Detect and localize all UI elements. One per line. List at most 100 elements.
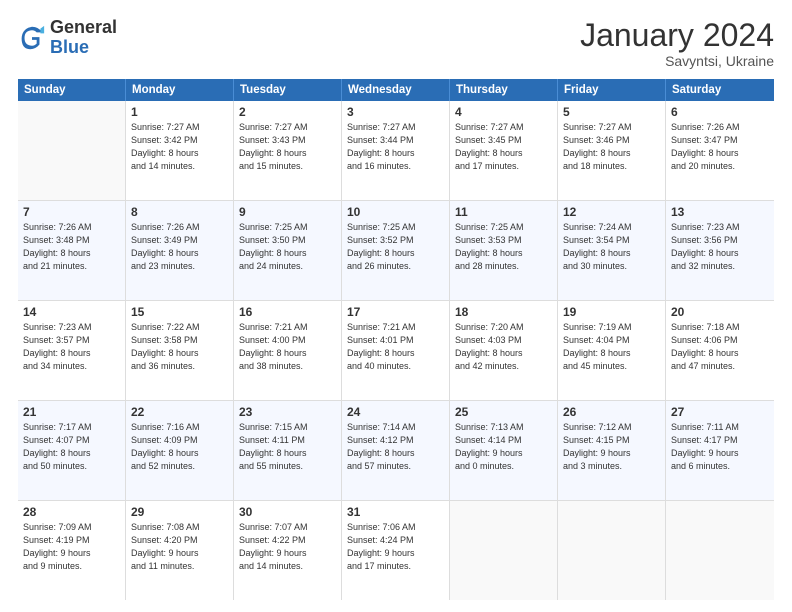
calendar-cell: 23Sunrise: 7:15 AM Sunset: 4:11 PM Dayli… <box>234 401 342 500</box>
day-number: 17 <box>347 305 444 319</box>
page: General Blue January 2024 Savyntsi, Ukra… <box>0 0 792 612</box>
cell-info: Sunrise: 7:25 AM Sunset: 3:53 PM Dayligh… <box>455 221 552 273</box>
cell-info: Sunrise: 7:27 AM Sunset: 3:44 PM Dayligh… <box>347 121 444 173</box>
calendar-body: 1Sunrise: 7:27 AM Sunset: 3:42 PM Daylig… <box>18 101 774 600</box>
day-number: 5 <box>563 105 660 119</box>
day-number: 26 <box>563 405 660 419</box>
header-day-friday: Friday <box>558 79 666 101</box>
calendar-cell <box>18 101 126 200</box>
calendar-row-1: 7 Sunrise: 7:26 AM Sunset: 3:48 PM Daylig… <box>18 201 774 301</box>
day-number: 15 <box>131 305 228 319</box>
calendar-row-0: 1Sunrise: 7:27 AM Sunset: 3:42 PM Daylig… <box>18 101 774 201</box>
cell-info: Sunrise: 7:20 AM Sunset: 4:03 PM Dayligh… <box>455 321 552 373</box>
calendar-row-2: 14 Sunrise: 7:23 AM Sunset: 3:57 PM Dayli… <box>18 301 774 401</box>
cell-info: Sunrise: 7:26 AM Sunset: 3:48 PM Dayligh… <box>23 221 120 273</box>
day-number: 13 <box>671 205 769 219</box>
cell-info: Sunrise: 7:25 AM Sunset: 3:52 PM Dayligh… <box>347 221 444 273</box>
day-number: 23 <box>239 405 336 419</box>
day-number: 4 <box>455 105 552 119</box>
cell-info: Sunrise: 7:25 AM Sunset: 3:50 PM Dayligh… <box>239 221 336 273</box>
day-number: 10 <box>347 205 444 219</box>
day-number: 6 <box>671 105 769 119</box>
cell-info: Sunrise: 7:23 AM Sunset: 3:57 PM Dayligh… <box>23 321 120 373</box>
calendar-cell <box>666 501 774 600</box>
day-number: 21 <box>23 405 120 419</box>
calendar-cell: 14 Sunrise: 7:23 AM Sunset: 3:57 PM Dayli… <box>18 301 126 400</box>
cell-info: Sunrise: 7:22 AM Sunset: 3:58 PM Dayligh… <box>131 321 228 373</box>
calendar-cell: 15 Sunrise: 7:22 AM Sunset: 3:58 PM Dayli… <box>126 301 234 400</box>
cell-info: Sunrise: 7:21 AM Sunset: 4:01 PM Dayligh… <box>347 321 444 373</box>
calendar-row-4: 28 Sunrise: 7:09 AM Sunset: 4:19 PM Dayli… <box>18 501 774 600</box>
logo-text: General Blue <box>50 18 117 58</box>
calendar: SundayMondayTuesdayWednesdayThursdayFrid… <box>18 79 774 600</box>
cell-info: Sunrise: 7:23 AM Sunset: 3:56 PM Dayligh… <box>671 221 769 273</box>
logo: General Blue <box>18 18 117 58</box>
day-number: 28 <box>23 505 120 519</box>
calendar-cell: 6 Sunrise: 7:26 AM Sunset: 3:47 PM Daylig… <box>666 101 774 200</box>
calendar-cell: 26 Sunrise: 7:12 AM Sunset: 4:15 PM Dayli… <box>558 401 666 500</box>
cell-info: Sunrise: 7:07 AM Sunset: 4:22 PM Dayligh… <box>239 521 336 573</box>
header-day-monday: Monday <box>126 79 234 101</box>
day-number: 20 <box>671 305 769 319</box>
calendar-cell: 19 Sunrise: 7:19 AM Sunset: 4:04 PM Dayli… <box>558 301 666 400</box>
header-day-wednesday: Wednesday <box>342 79 450 101</box>
calendar-cell: 12 Sunrise: 7:24 AM Sunset: 3:54 PM Dayli… <box>558 201 666 300</box>
day-number: 30 <box>239 505 336 519</box>
calendar-cell <box>558 501 666 600</box>
cell-info: Sunrise: 7:26 AM Sunset: 3:47 PM Dayligh… <box>671 121 769 173</box>
calendar-cell: 22Sunrise: 7:16 AM Sunset: 4:09 PM Dayli… <box>126 401 234 500</box>
cell-info: Sunrise: 7:08 AM Sunset: 4:20 PM Dayligh… <box>131 521 228 573</box>
cell-info: Sunrise: 7:16 AM Sunset: 4:09 PM Dayligh… <box>131 421 228 473</box>
cell-info: Sunrise: 7:19 AM Sunset: 4:04 PM Dayligh… <box>563 321 660 373</box>
calendar-cell: 25Sunrise: 7:13 AM Sunset: 4:14 PM Dayli… <box>450 401 558 500</box>
calendar-cell: 10 Sunrise: 7:25 AM Sunset: 3:52 PM Dayli… <box>342 201 450 300</box>
calendar-cell: 30 Sunrise: 7:07 AM Sunset: 4:22 PM Dayli… <box>234 501 342 600</box>
day-number: 9 <box>239 205 336 219</box>
calendar-row-3: 21 Sunrise: 7:17 AM Sunset: 4:07 PM Dayli… <box>18 401 774 501</box>
calendar-cell: 8Sunrise: 7:26 AM Sunset: 3:49 PM Daylig… <box>126 201 234 300</box>
cell-info: Sunrise: 7:27 AM Sunset: 3:46 PM Dayligh… <box>563 121 660 173</box>
calendar-cell: 9 Sunrise: 7:25 AM Sunset: 3:50 PM Daylig… <box>234 201 342 300</box>
day-number: 24 <box>347 405 444 419</box>
calendar-cell: 11 Sunrise: 7:25 AM Sunset: 3:53 PM Dayli… <box>450 201 558 300</box>
cell-info: Sunrise: 7:14 AM Sunset: 4:12 PM Dayligh… <box>347 421 444 473</box>
calendar-cell: 17 Sunrise: 7:21 AM Sunset: 4:01 PM Dayli… <box>342 301 450 400</box>
day-number: 18 <box>455 305 552 319</box>
cell-info: Sunrise: 7:12 AM Sunset: 4:15 PM Dayligh… <box>563 421 660 473</box>
logo-general-text: General <box>50 18 117 38</box>
calendar-cell: 2Sunrise: 7:27 AM Sunset: 3:43 PM Daylig… <box>234 101 342 200</box>
day-number: 7 <box>23 205 120 219</box>
calendar-cell: 31 Sunrise: 7:06 AM Sunset: 4:24 PM Dayli… <box>342 501 450 600</box>
day-number: 11 <box>455 205 552 219</box>
day-number: 1 <box>131 105 228 119</box>
day-number: 31 <box>347 505 444 519</box>
cell-info: Sunrise: 7:21 AM Sunset: 4:00 PM Dayligh… <box>239 321 336 373</box>
logo-blue-text: Blue <box>50 38 117 58</box>
cell-info: Sunrise: 7:09 AM Sunset: 4:19 PM Dayligh… <box>23 521 120 573</box>
day-number: 8 <box>131 205 228 219</box>
cell-info: Sunrise: 7:24 AM Sunset: 3:54 PM Dayligh… <box>563 221 660 273</box>
day-number: 14 <box>23 305 120 319</box>
calendar-cell: 13 Sunrise: 7:23 AM Sunset: 3:56 PM Dayli… <box>666 201 774 300</box>
day-number: 3 <box>347 105 444 119</box>
day-number: 16 <box>239 305 336 319</box>
cell-info: Sunrise: 7:27 AM Sunset: 3:43 PM Dayligh… <box>239 121 336 173</box>
calendar-cell: 18 Sunrise: 7:20 AM Sunset: 4:03 PM Dayli… <box>450 301 558 400</box>
calendar-cell: 3 Sunrise: 7:27 AM Sunset: 3:44 PM Daylig… <box>342 101 450 200</box>
title-block: January 2024 Savyntsi, Ukraine <box>580 18 774 69</box>
calendar-cell: 7 Sunrise: 7:26 AM Sunset: 3:48 PM Daylig… <box>18 201 126 300</box>
calendar-cell: 29Sunrise: 7:08 AM Sunset: 4:20 PM Dayli… <box>126 501 234 600</box>
header-day-tuesday: Tuesday <box>234 79 342 101</box>
day-number: 12 <box>563 205 660 219</box>
calendar-cell <box>450 501 558 600</box>
calendar-cell: 5 Sunrise: 7:27 AM Sunset: 3:46 PM Daylig… <box>558 101 666 200</box>
calendar-cell: 21 Sunrise: 7:17 AM Sunset: 4:07 PM Dayli… <box>18 401 126 500</box>
header-day-sunday: Sunday <box>18 79 126 101</box>
cell-info: Sunrise: 7:18 AM Sunset: 4:06 PM Dayligh… <box>671 321 769 373</box>
calendar-cell: 24 Sunrise: 7:14 AM Sunset: 4:12 PM Dayli… <box>342 401 450 500</box>
day-number: 19 <box>563 305 660 319</box>
calendar-cell: 16 Sunrise: 7:21 AM Sunset: 4:00 PM Dayli… <box>234 301 342 400</box>
cell-info: Sunrise: 7:06 AM Sunset: 4:24 PM Dayligh… <box>347 521 444 573</box>
logo-icon <box>18 24 46 52</box>
cell-info: Sunrise: 7:17 AM Sunset: 4:07 PM Dayligh… <box>23 421 120 473</box>
